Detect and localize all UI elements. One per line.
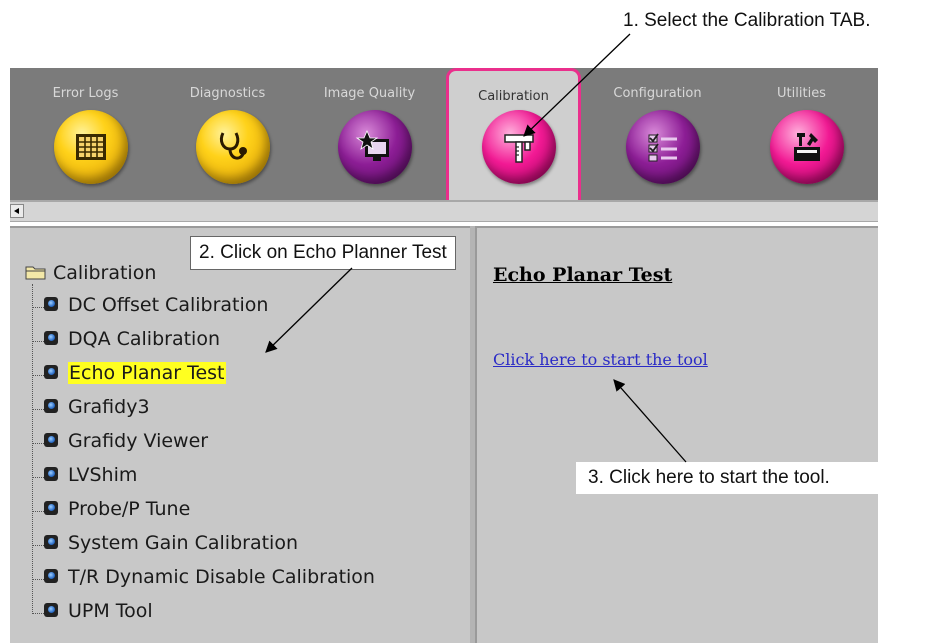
start-tool-link[interactable]: Click here to start the tool — [493, 350, 708, 369]
tab-label: Error Logs — [52, 86, 119, 101]
content-panel: Echo Planar Test Click here to start the… — [475, 226, 878, 643]
error-log-grid-icon — [54, 110, 128, 184]
star-monitor-icon — [338, 110, 412, 184]
tree-item-label: Grafidy Viewer — [68, 430, 209, 452]
caliper-icon — [482, 110, 556, 184]
tool-node-icon — [44, 466, 58, 481]
tree-item-label: Echo Planar Test — [68, 362, 226, 384]
tool-node-icon — [44, 534, 58, 549]
tab-diagnostics[interactable]: Diagnostics — [160, 68, 295, 200]
tab-utilities[interactable]: Utilities — [734, 68, 869, 200]
tab-error-logs[interactable]: Error Logs — [18, 68, 153, 200]
stethoscope-icon — [196, 110, 270, 184]
tool-node-icon — [44, 398, 58, 413]
tool-node-icon — [44, 296, 58, 311]
tree-item-dc-offset-calibration[interactable]: DC Offset Calibration — [32, 294, 269, 320]
tool-node-icon — [44, 330, 58, 345]
tab-image-quality[interactable]: Image Quality — [302, 68, 437, 200]
tab-calibration[interactable]: Calibration — [446, 68, 581, 200]
tab-label: Image Quality — [323, 86, 416, 101]
tab-label: Configuration — [613, 86, 702, 101]
tree-item-label: UPM Tool — [68, 600, 153, 622]
folder-icon — [25, 263, 47, 285]
tree-connector — [32, 284, 33, 612]
tree-item-system-gain-calibration[interactable]: System Gain Calibration — [32, 532, 298, 558]
calibration-tree-panel: Calibration DC Offset Calibration DQA Ca… — [10, 226, 470, 643]
tree-item-upm-tool[interactable]: UPM Tool — [32, 600, 153, 626]
tree-item-label: Grafidy3 — [68, 396, 150, 418]
toolbox-icon — [770, 110, 844, 184]
tool-node-icon — [44, 568, 58, 583]
tree-item-grafidy-viewer[interactable]: Grafidy Viewer — [32, 430, 209, 456]
tree-item-dqa-calibration[interactable]: DQA Calibration — [32, 328, 220, 354]
tab-scroll-strip — [10, 200, 878, 222]
callout-step-3: 3. Click here to start the tool. — [576, 462, 894, 494]
checklist-icon — [626, 110, 700, 184]
tool-node-icon — [44, 602, 58, 617]
tab-configuration[interactable]: Configuration — [590, 68, 725, 200]
scroll-left-arrow-icon[interactable] — [10, 204, 24, 218]
tree-item-label: LVShim — [68, 464, 138, 486]
tool-node-icon — [44, 500, 58, 515]
tab-label: Utilities — [777, 86, 826, 101]
tool-node-icon — [44, 432, 58, 447]
tree-item-lvshim[interactable]: LVShim — [32, 464, 138, 490]
tab-bar: Error Logs Diagnostics Image Quality Cal… — [10, 68, 878, 200]
tree-item-label: DQA Calibration — [68, 328, 220, 350]
tab-label: Diagnostics — [189, 86, 266, 101]
tree-root-calibration[interactable]: Calibration — [25, 262, 156, 285]
tree-item-label: System Gain Calibration — [68, 532, 298, 554]
content-title: Echo Planar Test — [493, 264, 673, 286]
tab-label: Calibration — [478, 89, 549, 104]
tree-item-grafidy3[interactable]: Grafidy3 — [32, 396, 150, 422]
tree-item-probe-p-tune[interactable]: Probe/P Tune — [32, 498, 191, 524]
tree-item-echo-planar-test[interactable]: Echo Planar Test — [32, 362, 226, 388]
tree-item-label: Probe/P Tune — [68, 498, 191, 520]
tree-item-tr-dynamic-disable-calibration[interactable]: T/R Dynamic Disable Calibration — [32, 566, 375, 592]
tool-node-icon — [44, 364, 58, 379]
tree-root-label: Calibration — [53, 262, 157, 284]
tree-item-label: T/R Dynamic Disable Calibration — [68, 566, 375, 588]
tree-item-label: DC Offset Calibration — [68, 294, 269, 316]
callout-step-2: 2. Click on Echo Planner Test — [190, 236, 456, 270]
callout-step-1: 1. Select the Calibration TAB. — [623, 10, 871, 31]
